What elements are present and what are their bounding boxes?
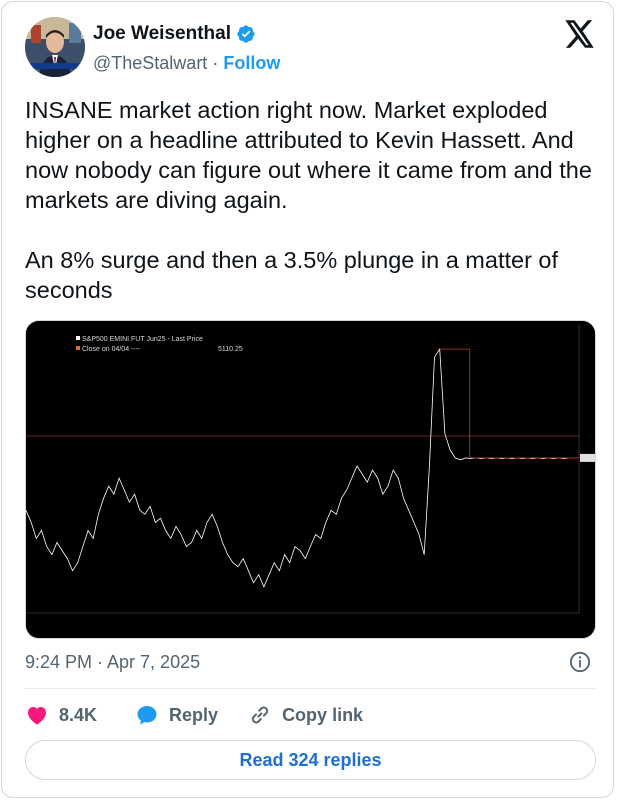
link-icon <box>251 706 269 724</box>
x-logo-icon[interactable] <box>565 20 595 48</box>
divider <box>25 688 596 689</box>
author-name-row: Joe Weisenthal <box>93 23 256 45</box>
handle-separator: · <box>212 53 219 73</box>
reply-label: Reply <box>169 704 219 725</box>
like-button[interactable]: 8.4K <box>25 703 97 727</box>
follow-button[interactable]: Follow <box>223 53 280 73</box>
read-replies-button[interactable]: Read 324 replies <box>25 740 596 780</box>
tweet-media-chart[interactable]: S&P500 EMINI FUT Jun25 - Last Price Close… <box>25 320 596 639</box>
tweet-actions: 8.4K Reply Copy link <box>25 702 363 728</box>
copy-link-label: Copy link <box>282 704 364 725</box>
legend-value: 5110.25 <box>218 346 243 353</box>
info-icon[interactable] <box>569 651 591 673</box>
tweet-card: Joe Weisenthal @TheStalwart · Follow INS… <box>1 1 614 798</box>
last-price-tag <box>580 453 595 462</box>
tweet-text: INSANE market action right now. Market e… <box>25 97 592 303</box>
price-chart: S&P500 EMINI FUT Jun25 - Last Price Close… <box>26 321 595 638</box>
avatar[interactable] <box>25 17 85 77</box>
like-count: 8.4K <box>59 704 98 725</box>
author-name[interactable]: Joe Weisenthal <box>93 23 231 45</box>
legend-label: Close on 04/04 ---- <box>82 346 141 353</box>
reply-bubble-icon <box>137 706 157 725</box>
heart-icon <box>28 707 46 725</box>
legend-swatch <box>76 346 80 350</box>
legend-label: S&P500 EMINI FUT Jun25 - Last Price <box>82 336 203 343</box>
reply-button[interactable]: Reply <box>135 703 218 727</box>
author-handle[interactable]: @TheStalwart <box>93 53 207 73</box>
legend-swatch <box>76 336 80 340</box>
author-handle-row: @TheStalwart · Follow <box>93 53 280 74</box>
verified-badge-icon <box>237 25 255 43</box>
tweet-timestamp[interactable]: 9:24 PM · Apr 7, 2025 <box>25 652 200 673</box>
copy-link-button[interactable]: Copy link <box>248 703 363 727</box>
